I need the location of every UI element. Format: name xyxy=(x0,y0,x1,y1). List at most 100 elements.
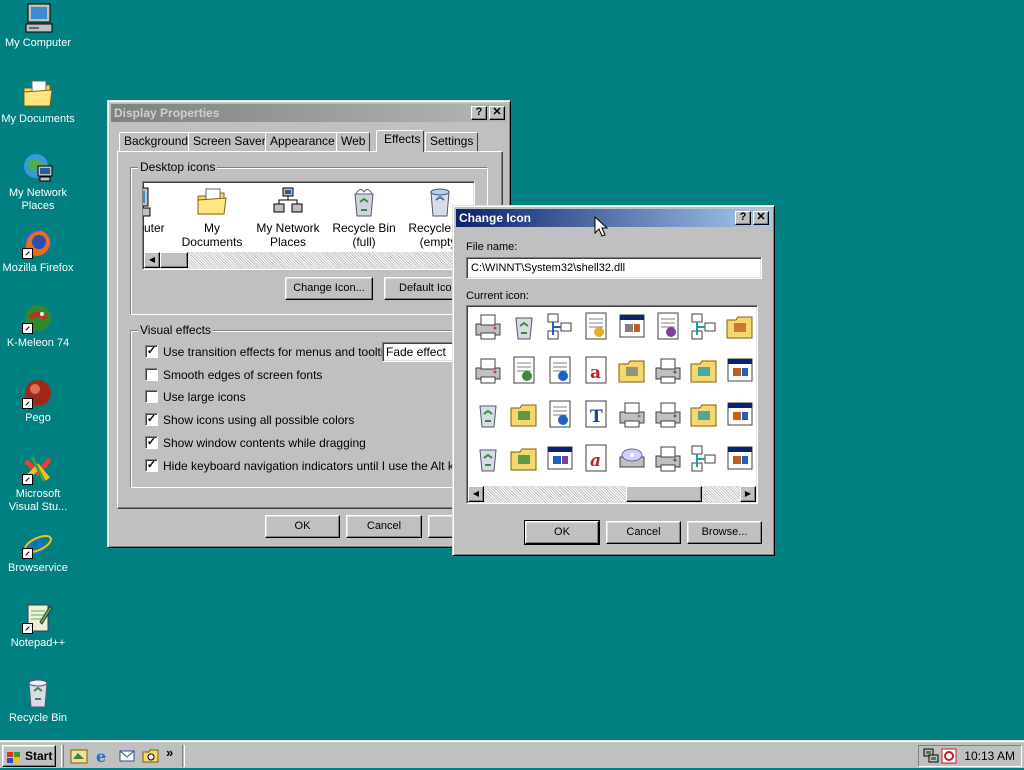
ok-button[interactable]: OK xyxy=(524,520,600,545)
printer-check-2-icon[interactable] xyxy=(651,397,685,433)
scroll-thumb[interactable] xyxy=(626,486,702,502)
calculator-window-icon[interactable] xyxy=(723,397,757,433)
cancel-button[interactable]: Cancel xyxy=(606,521,681,544)
document-arrows-icon[interactable] xyxy=(507,353,541,389)
checkbox-box[interactable] xyxy=(145,368,158,381)
text-document-icon[interactable] xyxy=(543,353,577,389)
list-item-my-documents[interactable]: My Documents xyxy=(175,186,249,249)
change-icon-button[interactable]: Change Icon... xyxy=(285,277,373,300)
list-item-my-computer[interactable]: puter xyxy=(143,186,173,235)
file-name-field[interactable]: C:\WINNT\System32\shell32.dll xyxy=(466,257,762,279)
folder-star-icon[interactable] xyxy=(687,397,721,433)
checkbox-box[interactable] xyxy=(145,390,158,403)
scroll-left-icon[interactable]: ◀ xyxy=(144,252,160,268)
icon-grid[interactable]: ◀ ▶ a Ta xyxy=(466,305,758,504)
list-arrow-icon[interactable] xyxy=(687,441,721,477)
folder-pen-icon[interactable] xyxy=(507,397,541,433)
scroll-left-icon[interactable]: ◀ xyxy=(468,486,484,502)
browse-button[interactable]: Browse... xyxy=(687,521,762,544)
network-settings-icon[interactable] xyxy=(543,309,577,345)
scroll-right-icon[interactable]: ▶ xyxy=(740,486,756,502)
close-button[interactable]: ✕ xyxy=(489,106,505,120)
start-button[interactable]: Start xyxy=(2,745,56,767)
network-printer-icon[interactable] xyxy=(471,353,505,389)
checkbox-box[interactable]: ✓ xyxy=(145,436,158,449)
desktop-icon-label: Recycle Bin xyxy=(8,712,68,724)
display-properties-titlebar[interactable]: Display Properties ? ✕ xyxy=(111,104,507,122)
globe-window-icon[interactable] xyxy=(723,441,757,477)
desktop-icons-group-label: Desktop icons xyxy=(138,160,218,174)
shortcut-arrow-icon xyxy=(22,474,33,485)
desktop-icons-group: Desktop icons puter My Documents My Netw… xyxy=(130,160,488,315)
list-item-network[interactable]: My Network Places xyxy=(251,186,325,249)
fax-printer-icon[interactable] xyxy=(615,397,649,433)
printer-icon[interactable] xyxy=(471,309,505,345)
scroll-thumb[interactable] xyxy=(160,252,188,268)
tab-effects[interactable]: Effects xyxy=(376,130,424,152)
tab-web[interactable]: Web xyxy=(336,132,371,151)
effects-tab-page: Desktop icons puter My Documents My Netw… xyxy=(117,151,503,509)
window-hourglass-icon[interactable] xyxy=(615,309,649,345)
checkbox-label: Smooth edges of screen fonts xyxy=(163,368,323,382)
icon-grid-scrollbar[interactable]: ◀ ▶ xyxy=(468,486,756,502)
tab-background[interactable]: Background xyxy=(119,132,194,151)
desktop-icon-browservice[interactable]: e Browservice xyxy=(0,527,76,575)
gear-document-icon[interactable] xyxy=(579,309,613,345)
desktop-icon-network[interactable]: My Network Places xyxy=(0,152,76,213)
checkbox-box[interactable]: ✓ xyxy=(145,413,158,426)
printer-check-icon[interactable] xyxy=(651,353,685,389)
control-panel-icon[interactable] xyxy=(723,353,757,389)
window-gear-icon[interactable] xyxy=(543,441,577,477)
recycle-bin-icon[interactable] xyxy=(507,309,541,345)
recycle-doc-icon[interactable] xyxy=(471,397,505,433)
tab-settings[interactable]: Settings xyxy=(425,132,479,151)
cancel-button[interactable]: Cancel xyxy=(346,515,422,538)
show-desktop-icon[interactable] xyxy=(70,747,88,768)
tree-view-icon[interactable] xyxy=(687,309,721,345)
ok-button[interactable]: OK xyxy=(265,515,340,538)
desktop-icon-notepad-plus[interactable]: Notepad++ xyxy=(0,602,76,650)
help-button[interactable]: ? xyxy=(735,211,751,225)
outlook-icon[interactable] xyxy=(118,747,136,768)
notepad-icon[interactable] xyxy=(543,397,577,433)
desktop-icon-firefox[interactable]: Mozilla Firefox xyxy=(0,227,76,275)
checkbox-box[interactable]: ✓ xyxy=(145,459,158,472)
folder-error-icon[interactable] xyxy=(615,353,649,389)
network-tray-icon[interactable] xyxy=(923,748,939,770)
folder-blue-icon[interactable] xyxy=(507,441,541,477)
desktop-icon-visual-studio[interactable]: Microsoft Visual Stu... xyxy=(0,453,76,514)
truetype-font-icon[interactable]: T xyxy=(579,397,613,433)
svg-text:a: a xyxy=(590,451,601,471)
icon-list-scrollbar[interactable]: ◀ xyxy=(144,252,473,268)
desktop-icon-list[interactable]: puter My Documents My Network Places Rec… xyxy=(142,181,475,270)
quick-launch-grip[interactable] xyxy=(61,745,64,767)
folder-search-icon[interactable] xyxy=(142,747,160,768)
font-a-icon[interactable]: a xyxy=(579,353,613,389)
change-icon-titlebar[interactable]: Change Icon ? ✕ xyxy=(456,209,771,227)
cd-drive-icon[interactable] xyxy=(615,441,649,477)
close-button[interactable]: ✕ xyxy=(753,211,769,225)
printer-network-check-icon[interactable] xyxy=(651,441,685,477)
checkbox-box[interactable]: ✓ xyxy=(145,345,158,358)
recycle-full-icon[interactable] xyxy=(471,441,505,477)
clock[interactable]: 10:13 AM xyxy=(964,746,1015,766)
list-item-recycle-full[interactable]: Recycle Bin (full) xyxy=(327,186,401,249)
tab-appearance[interactable]: Appearance xyxy=(265,132,340,151)
desktop-icon-recycle-bin[interactable]: Recycle Bin xyxy=(0,677,76,725)
desktop-icon-my-computer[interactable]: My Computer xyxy=(0,2,76,50)
tab-screen-saver[interactable]: Screen Saver xyxy=(188,132,271,151)
desktop-icon-my-documents[interactable]: My Documents xyxy=(0,78,76,126)
folder-open-icon[interactable] xyxy=(687,353,721,389)
antivirus-tray-icon[interactable] xyxy=(941,748,957,770)
folder-network-icon[interactable] xyxy=(723,309,757,345)
visual-effects-group-label: Visual effects xyxy=(138,323,213,337)
desktop-icon-pego[interactable]: Pego xyxy=(0,377,76,425)
ie-icon[interactable]: e xyxy=(94,747,112,768)
display-properties-window: Display Properties ? ✕ Background Screen… xyxy=(107,100,511,548)
help-button[interactable]: ? xyxy=(471,106,487,120)
font-a-italic-icon[interactable]: a xyxy=(579,441,613,477)
recycle-bin-full-icon xyxy=(348,186,380,218)
program-group-icon[interactable] xyxy=(651,309,685,345)
desktop-icon-k-meleon[interactable]: K-Meleon 74 xyxy=(0,302,76,350)
quick-launch-chevron[interactable]: » xyxy=(166,745,173,760)
